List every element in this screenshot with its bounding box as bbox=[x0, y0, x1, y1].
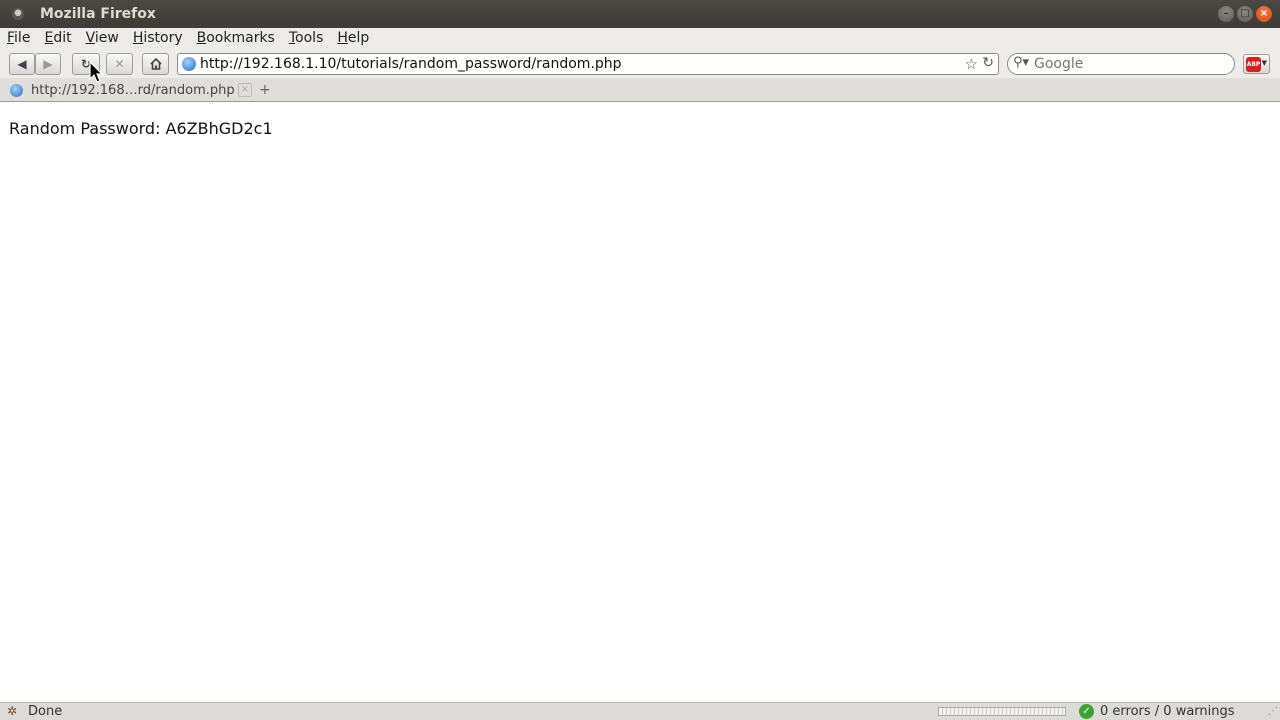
stop-icon: ✕ bbox=[114, 57, 125, 71]
window-menu-icon[interactable] bbox=[12, 8, 24, 20]
page-content: Random Password: A6ZBhGD2c1 bbox=[0, 102, 1280, 702]
forward-arrow-icon: ▶ bbox=[43, 57, 53, 71]
check-icon[interactable]: ✓ bbox=[1079, 704, 1094, 719]
tab-label: http://192.168…rd/random.php bbox=[31, 83, 235, 98]
menu-file-label: ile bbox=[14, 30, 31, 46]
window-controls: – □ × bbox=[1218, 6, 1272, 22]
stop-button[interactable]: ✕ bbox=[106, 53, 133, 75]
magnifier-icon[interactable]: ⚲▾ bbox=[1013, 55, 1029, 70]
title-bar: Mozilla Firefox – □ × bbox=[0, 0, 1280, 28]
back-button[interactable]: ◀ bbox=[9, 53, 35, 75]
close-icon[interactable]: × bbox=[1256, 6, 1272, 22]
menu-tools-label: ools bbox=[295, 30, 324, 46]
menu-help-accel: H bbox=[337, 30, 348, 46]
minimize-icon[interactable]: – bbox=[1218, 6, 1234, 22]
reload-small-icon[interactable]: ↻ bbox=[982, 55, 994, 71]
menu-file-accel: F bbox=[7, 30, 15, 46]
address-bar[interactable]: http://192.168.1.10/tutorials/random_pas… bbox=[177, 53, 999, 75]
random-password-text: Random Password: A6ZBhGD2c1 bbox=[9, 119, 273, 138]
back-arrow-icon: ◀ bbox=[17, 57, 27, 71]
adblock-icon: ABP bbox=[1246, 57, 1261, 72]
menu-view-label: iew bbox=[94, 30, 119, 46]
star-icon[interactable]: ☆ bbox=[965, 55, 978, 73]
tab-active[interactable]: http://192.168…rd/random.php × bbox=[4, 80, 256, 102]
tab-bar: http://192.168…rd/random.php × + bbox=[0, 78, 1280, 102]
home-button[interactable] bbox=[142, 53, 169, 75]
home-icon bbox=[149, 57, 162, 70]
menu-edit-label: dit bbox=[53, 30, 72, 46]
menu-history-label: istory bbox=[143, 30, 183, 46]
chevron-down-icon: ▼ bbox=[1261, 59, 1267, 67]
status-bar: ✲ Done ✓ 0 errors / 0 warnings ⋰ bbox=[0, 702, 1280, 720]
search-input[interactable] bbox=[1034, 56, 1229, 72]
adblock-button[interactable]: ABP ▼ bbox=[1243, 54, 1270, 74]
forward-button[interactable]: ▶ bbox=[35, 53, 61, 75]
menu-bookmarks-label: ookmarks bbox=[206, 30, 275, 46]
menu-edit[interactable]: Edit bbox=[37, 28, 78, 50]
mouse-cursor-icon bbox=[89, 61, 104, 83]
firebug-icon[interactable]: ✲ bbox=[7, 704, 17, 718]
tab-close-icon[interactable]: × bbox=[238, 83, 252, 97]
menu-help[interactable]: Help bbox=[330, 28, 376, 50]
menu-history[interactable]: History bbox=[126, 28, 190, 50]
search-bar[interactable]: ⚲▾ bbox=[1007, 53, 1235, 75]
menu-view[interactable]: View bbox=[79, 28, 126, 50]
menu-bookmarks[interactable]: Bookmarks bbox=[190, 28, 282, 50]
navigation-toolbar: ◀ ▶ ↻ ✕ http://192.168.1.10/tutorials/ra… bbox=[0, 50, 1280, 78]
menu-bar: File Edit View History Bookmarks Tools H… bbox=[0, 28, 1280, 50]
menu-edit-accel: E bbox=[44, 30, 54, 46]
status-text: Done bbox=[28, 704, 63, 719]
resize-grip-icon[interactable]: ⋰ bbox=[1268, 706, 1278, 717]
new-tab-button[interactable]: + bbox=[259, 82, 271, 98]
progress-bar bbox=[938, 707, 1066, 716]
menu-tools[interactable]: Tools bbox=[282, 28, 331, 50]
validator-status[interactable]: 0 errors / 0 warnings bbox=[1100, 704, 1235, 719]
window-title: Mozilla Firefox bbox=[40, 6, 156, 22]
menu-help-label: elp bbox=[347, 30, 370, 46]
url-text[interactable]: http://192.168.1.10/tutorials/random_pas… bbox=[200, 56, 622, 72]
menu-file[interactable]: File bbox=[0, 28, 37, 50]
menu-bookmarks-accel: B bbox=[196, 30, 207, 46]
menu-view-accel: V bbox=[85, 30, 95, 46]
menu-history-accel: H bbox=[132, 30, 144, 46]
site-globe-icon[interactable] bbox=[182, 57, 196, 71]
maximize-icon[interactable]: □ bbox=[1237, 6, 1253, 22]
globe-icon bbox=[10, 84, 23, 97]
